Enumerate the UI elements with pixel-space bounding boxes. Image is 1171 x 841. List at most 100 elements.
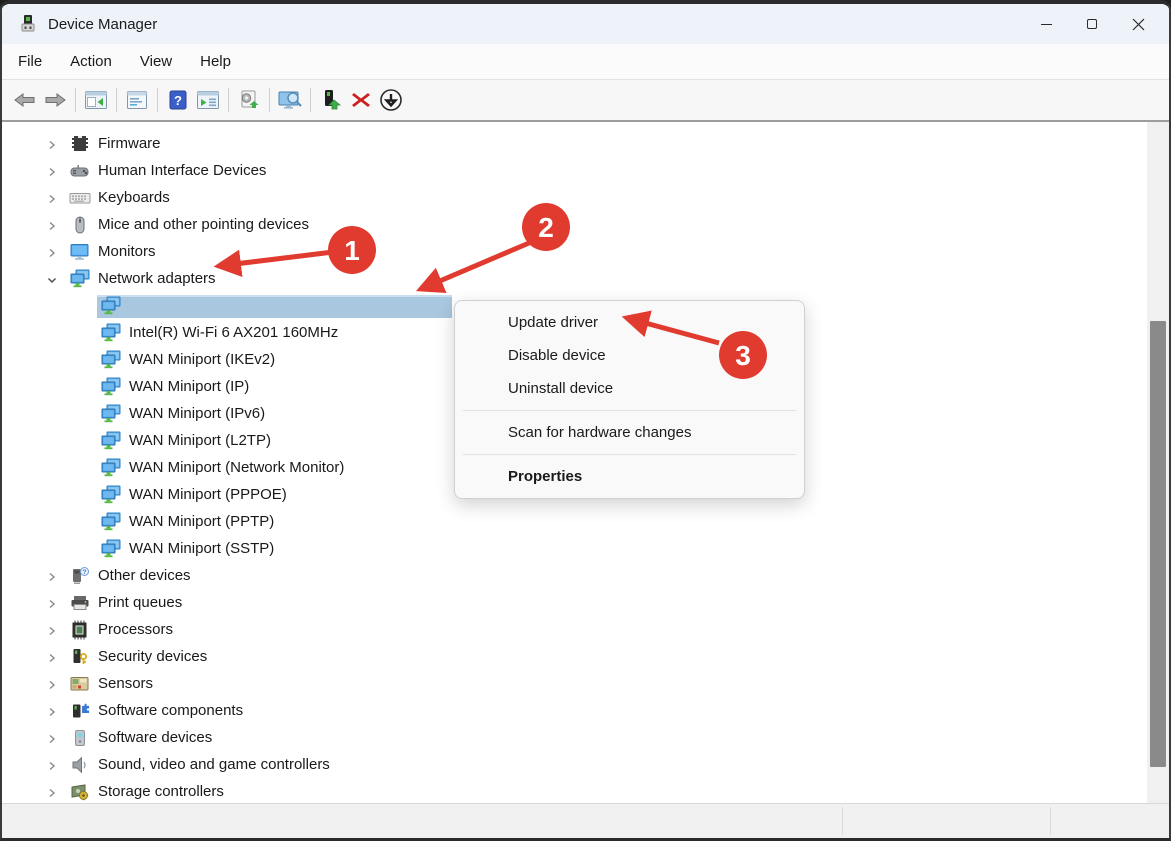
tree-label: Intel(R) Wi-Fi 6 AX201 160MHz xyxy=(129,324,339,341)
tree-label: Monitors xyxy=(98,243,156,260)
network-icon xyxy=(100,404,122,424)
show-console-tree-button[interactable] xyxy=(81,85,111,115)
toolbar-separator xyxy=(157,88,158,112)
tree-row-wan-miniport-sstp[interactable]: WAN Miniport (SSTP) xyxy=(2,536,1145,563)
network-icon xyxy=(100,296,122,316)
tree-label: WAN Miniport (PPPOE) xyxy=(129,486,287,503)
tree-row-software-devices[interactable]: Software devices xyxy=(2,725,1145,752)
properties-button[interactable] xyxy=(122,85,152,115)
chevron-collapsed-icon[interactable] xyxy=(46,138,58,150)
uninstall-device-button[interactable] xyxy=(346,85,376,115)
tree-row-sensors[interactable]: Sensors xyxy=(2,671,1145,698)
uninstall-device-icon xyxy=(352,93,370,107)
tree-row-other-devices[interactable]: ? Other devices xyxy=(2,563,1145,590)
tree-row-network-adapters[interactable]: Network adapters xyxy=(2,266,1145,293)
tree-label: WAN Miniport (SSTP) xyxy=(129,540,275,557)
menu-view[interactable]: View xyxy=(126,44,186,79)
mouse-icon xyxy=(69,215,91,235)
tree-row-processors[interactable]: Processors xyxy=(2,617,1145,644)
disable-device-icon xyxy=(380,89,402,111)
context-menu-item-scan-for-hardware-changes[interactable]: Scan for hardware changes xyxy=(455,416,804,449)
svg-text:?: ? xyxy=(83,569,87,576)
tree-label: Software components xyxy=(98,702,244,719)
tree-row-software-components[interactable]: Software components xyxy=(2,698,1145,725)
maximize-button[interactable] xyxy=(1069,4,1115,44)
tree-label: Security devices xyxy=(98,648,208,665)
update-driver-button[interactable] xyxy=(316,85,346,115)
firmware-icon xyxy=(69,134,91,154)
context-menu-item-uninstall-device[interactable]: Uninstall device xyxy=(455,372,804,405)
tree-row-print-queues[interactable]: Print queues xyxy=(2,590,1145,617)
monitor-icon xyxy=(69,242,91,262)
context-menu-item-update-driver[interactable]: Update driver xyxy=(455,306,804,339)
network-icon xyxy=(100,458,122,478)
menu-help[interactable]: Help xyxy=(186,44,245,79)
show-action-pane-button[interactable] xyxy=(193,85,223,115)
back-button[interactable] xyxy=(10,85,40,115)
chevron-collapsed-icon[interactable] xyxy=(46,219,58,231)
tree-label: WAN Miniport (IPv6) xyxy=(129,405,266,422)
toolbar: ? xyxy=(2,80,1169,122)
scrollbar-thumb[interactable] xyxy=(1150,321,1166,767)
chevron-collapsed-icon[interactable] xyxy=(46,759,58,771)
chevron-collapsed-icon[interactable] xyxy=(46,732,58,744)
chevron-collapsed-icon[interactable] xyxy=(46,651,58,663)
tree-label: Mice and other pointing devices xyxy=(98,216,309,233)
tree-row-mice-and-other-pointing-devices[interactable]: Mice and other pointing devices xyxy=(2,212,1145,239)
close-button[interactable] xyxy=(1115,4,1161,44)
selection-highlight xyxy=(97,295,452,318)
tree-row-storage-controllers[interactable]: Storage controllers xyxy=(2,779,1145,803)
context-menu-separator xyxy=(463,410,796,411)
chevron-collapsed-icon[interactable] xyxy=(46,624,58,636)
processor-icon xyxy=(69,620,91,640)
chevron-expanded-icon[interactable] xyxy=(46,273,58,285)
maximize-icon xyxy=(1087,19,1097,29)
tree-label: Firmware xyxy=(98,135,161,152)
update-driver-software-button[interactable] xyxy=(234,85,264,115)
chevron-collapsed-icon[interactable] xyxy=(46,597,58,609)
forward-button[interactable] xyxy=(40,85,70,115)
menu-action[interactable]: Action xyxy=(56,44,126,79)
status-bar xyxy=(2,803,1169,838)
tree-row-human-interface-devices[interactable]: Human Interface Devices xyxy=(2,158,1145,185)
chevron-collapsed-icon[interactable] xyxy=(46,705,58,717)
tree-label: WAN Miniport (L2TP) xyxy=(129,432,271,449)
close-icon xyxy=(1132,18,1144,30)
context-menu-item-disable-device[interactable]: Disable device xyxy=(455,339,804,372)
tree-row-security-devices[interactable]: Security devices xyxy=(2,644,1145,671)
tree-row-keyboards[interactable]: Keyboards xyxy=(2,185,1145,212)
tree-row-firmware[interactable]: Firmware xyxy=(2,131,1145,158)
tree-label: Other devices xyxy=(98,567,191,584)
svg-text:?: ? xyxy=(174,93,182,108)
device-manager-icon xyxy=(18,14,38,34)
show-console-tree-icon xyxy=(85,91,107,109)
software-component-icon xyxy=(69,701,91,721)
chevron-collapsed-icon[interactable] xyxy=(46,192,58,204)
chevron-collapsed-icon[interactable] xyxy=(46,246,58,258)
tree-label: Network adapters xyxy=(98,270,216,287)
toolbar-separator xyxy=(116,88,117,112)
chevron-collapsed-icon[interactable] xyxy=(46,786,58,798)
chevron-collapsed-icon[interactable] xyxy=(46,570,58,582)
chevron-collapsed-icon[interactable] xyxy=(46,165,58,177)
menu-file[interactable]: File xyxy=(2,44,56,79)
tree-row-monitors[interactable]: Monitors xyxy=(2,239,1145,266)
network-icon xyxy=(100,512,122,532)
update-driver-software-icon xyxy=(241,90,259,108)
vertical-scrollbar[interactable] xyxy=(1147,122,1169,803)
disable-device-button[interactable] xyxy=(376,85,406,115)
tree-row-sound-video-and-game-controllers[interactable]: Sound, video and game controllers xyxy=(2,752,1145,779)
tree-label: WAN Miniport (IP) xyxy=(129,378,250,395)
toolbar-separator xyxy=(269,88,270,112)
minimize-icon xyxy=(1040,23,1052,25)
tree-label: Sound, video and game controllers xyxy=(98,756,330,773)
software-device-icon xyxy=(69,728,91,748)
tree-label: Software devices xyxy=(98,729,213,746)
minimize-button[interactable] xyxy=(1023,4,1069,44)
chevron-collapsed-icon[interactable] xyxy=(46,678,58,690)
scan-hardware-changes-button[interactable] xyxy=(275,85,305,115)
hid-icon xyxy=(69,161,91,181)
tree-row-wan-miniport-pptp[interactable]: WAN Miniport (PPTP) xyxy=(2,509,1145,536)
help-button[interactable]: ? xyxy=(163,85,193,115)
context-menu-item-properties[interactable]: Properties xyxy=(455,460,804,493)
